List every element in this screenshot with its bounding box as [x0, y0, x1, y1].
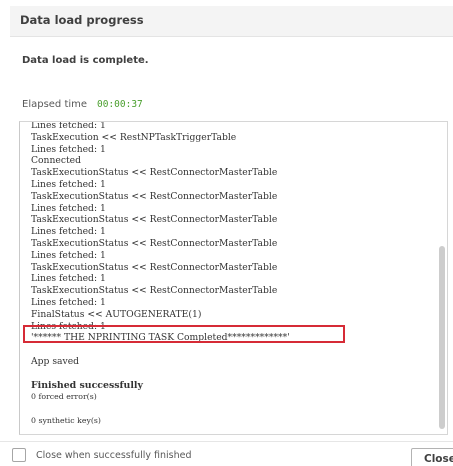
log-line: Lines fetched: 1	[31, 296, 106, 308]
log-line: Lines fetched: 1	[31, 202, 106, 214]
close-when-finished-label[interactable]: Close when successfully finished	[36, 450, 192, 461]
log-line: 0 forced error(s)	[31, 392, 97, 402]
log-line: TaskExecutionStatus << RestConnectorMast…	[31, 167, 278, 179]
close-button[interactable]: Close	[411, 448, 453, 466]
log-line: Lines fetched: 1	[31, 143, 106, 155]
dialog-footer: Close when successfully finished Close	[0, 441, 453, 466]
dialog-title: Data load progress	[20, 13, 144, 27]
completed-task-highlight-box	[23, 325, 345, 343]
elapsed-time-value: 00:00:37	[97, 99, 143, 110]
load-status-text: Data load is complete.	[22, 55, 149, 66]
log-line: Lines fetched: 1	[31, 226, 106, 238]
data-load-progress-dialog: Data load progress Data load is complete…	[0, 0, 453, 466]
elapsed-time-label: Elapsed time	[22, 99, 88, 110]
log-line: Lines fetched: 1	[31, 178, 106, 190]
log-line: Lines fetched: 1	[31, 121, 106, 131]
log-line: App saved	[31, 355, 80, 367]
log-line: TaskExecutionStatus << RestConnectorMast…	[31, 237, 278, 249]
log-line: Connected	[31, 155, 81, 167]
log-line: TaskExecutionStatus << RestConnectorMast…	[31, 285, 278, 297]
close-when-finished-checkbox[interactable]	[12, 448, 26, 462]
load-log-panel[interactable]: Lines fetched: 1 TaskExecution << RestNPT…	[19, 121, 448, 435]
load-log-content: Lines fetched: 1 TaskExecution << RestNPT…	[31, 121, 431, 427]
log-scrollbar-thumb[interactable]	[439, 246, 445, 429]
log-line: Finished successfully	[31, 379, 143, 391]
log-line: TaskExecutionStatus << RestConnectorMast…	[31, 214, 278, 226]
dialog-header: Data load progress	[10, 6, 453, 37]
log-line: Lines fetched: 1	[31, 249, 106, 261]
log-line: TaskExecutionStatus << RestConnectorMast…	[31, 261, 278, 273]
log-line: TaskExecution << RestNPTaskTriggerTable	[31, 131, 237, 143]
log-line: FinalStatus << AUTOGENERATE(1)	[31, 308, 202, 320]
log-line: 0 synthetic key(s)	[31, 415, 101, 425]
log-line: TaskExecutionStatus << RestConnectorMast…	[31, 190, 278, 202]
log-line: Lines fetched: 1	[31, 273, 106, 285]
